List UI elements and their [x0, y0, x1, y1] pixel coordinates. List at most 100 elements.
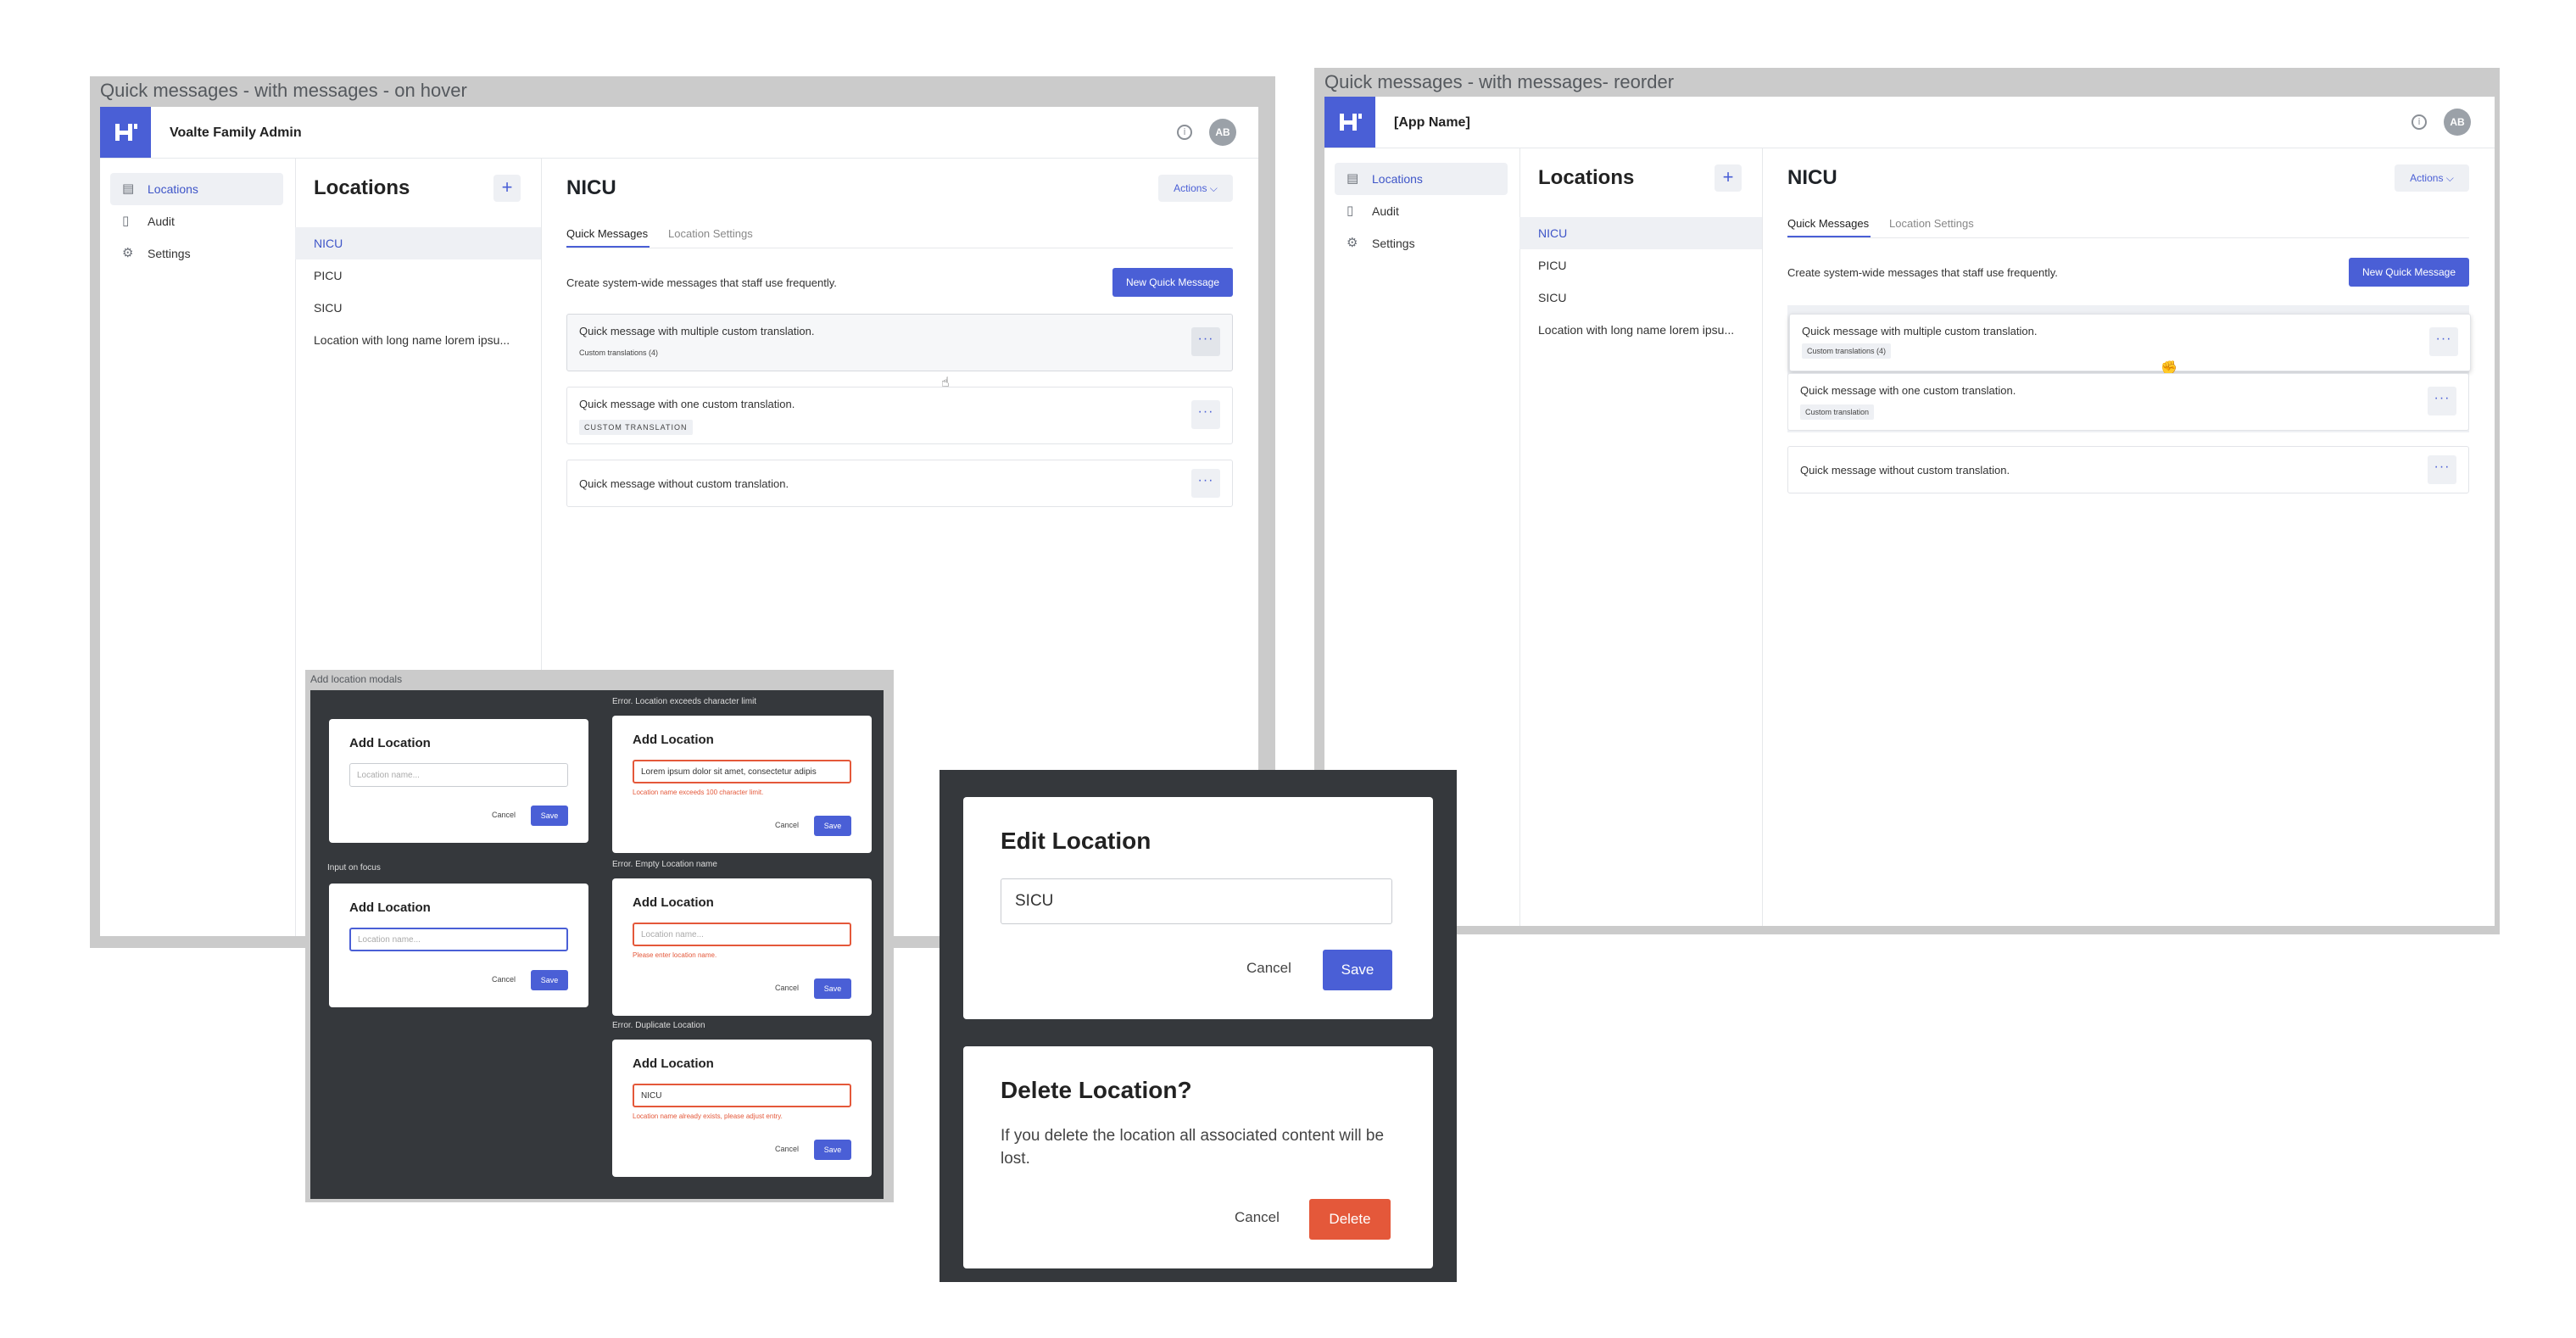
more-options-button[interactable]: ··· — [2428, 387, 2456, 415]
sidebar-item-settings[interactable]: ⚙ Settings — [1335, 227, 1508, 259]
modal-title: Delete Location? — [1001, 1077, 1192, 1103]
location-name-input[interactable]: SICU — [1001, 878, 1392, 924]
location-name-input[interactable]: Location name... — [349, 763, 568, 787]
save-button[interactable]: Save — [531, 806, 568, 826]
modal-caption: Input on focus — [327, 863, 381, 872]
tab-quick-messages[interactable]: Quick Messages — [1787, 217, 1869, 230]
sidebar: ▤ Locations ▯ Audit ⚙ Settings — [100, 158, 296, 936]
app-name: [App Name] — [1394, 115, 1470, 130]
location-item[interactable]: Location with long name lorem ipsu... — [1519, 314, 1762, 346]
add-location-modal: Add Location Location name... Cancel Sav… — [329, 719, 588, 843]
logo-icon[interactable] — [1324, 97, 1375, 148]
error-message: Location name already exists, please adj… — [633, 1112, 783, 1120]
avatar[interactable]: AB — [1209, 119, 1236, 146]
sidebar-item-locations[interactable]: ▤ Locations — [1335, 163, 1508, 195]
cancel-button[interactable]: Cancel — [775, 984, 799, 992]
sidebar-item-locations[interactable]: ▤ Locations — [110, 173, 283, 205]
locations-heading: Locations — [1538, 166, 1635, 189]
save-button[interactable]: Save — [814, 978, 851, 999]
add-location-button[interactable]: + — [1715, 164, 1742, 192]
sidebar-item-audit[interactable]: ▯ Audit — [1335, 195, 1508, 227]
modal-title: Add Location — [633, 733, 714, 747]
add-location-modals-frame: Add location modals Add Location Locatio… — [305, 670, 894, 1202]
translation-badge: Custom translation — [1800, 404, 1875, 420]
location-name-input[interactable]: Location name... — [633, 923, 851, 946]
info-icon[interactable]: i — [2412, 114, 2427, 130]
error-message: Location name exceeds 100 character limi… — [633, 789, 764, 796]
more-options-button[interactable]: ··· — [1191, 469, 1220, 498]
add-location-modal-focus: Add Location Location name... Cancel Sav… — [329, 884, 588, 1007]
location-name-input[interactable]: Lorem ipsum dolor sit amet, consectetur … — [633, 760, 851, 783]
message-card[interactable]: Quick message with multiple custom trans… — [1789, 314, 2471, 371]
save-button[interactable]: Save — [1323, 950, 1392, 990]
translation-badge: Custom translations (4) — [1802, 343, 1892, 359]
cancel-button[interactable]: Cancel — [775, 1145, 799, 1153]
location-item[interactable]: SICU — [295, 292, 541, 324]
tab-divider — [1787, 237, 2469, 238]
gear-icon: ⚙ — [122, 245, 134, 260]
cancel-button[interactable]: Cancel — [492, 811, 516, 819]
location-item[interactable]: NICU — [1519, 217, 1762, 249]
save-button[interactable]: Save — [814, 1140, 851, 1160]
sidebar-item-settings[interactable]: ⚙ Settings — [110, 237, 283, 270]
add-location-modal-char-limit: Add Location Lorem ipsum dolor sit amet,… — [612, 716, 872, 853]
info-icon[interactable]: i — [1177, 125, 1192, 140]
location-name-input[interactable]: Location name... — [349, 928, 568, 951]
modals-backdrop: Add Location Location name... Cancel Sav… — [310, 690, 884, 1199]
file-icon: ▯ — [1347, 203, 1354, 218]
actions-button[interactable]: Actions ⌵ — [1158, 175, 1233, 202]
tab-location-settings[interactable]: Location Settings — [1889, 217, 1974, 230]
message-card[interactable]: Quick message without custom translation… — [566, 460, 1233, 507]
add-location-modal-duplicate: Add Location NICU Location name already … — [612, 1040, 872, 1177]
location-item[interactable]: SICU — [1519, 282, 1762, 314]
location-item[interactable]: NICU — [295, 227, 541, 259]
delete-button[interactable]: Delete — [1309, 1199, 1391, 1240]
edit-delete-backdrop: Edit Location SICU Cancel Save Delete Lo… — [940, 770, 1457, 1282]
message-card[interactable]: Quick message without custom translation… — [1787, 446, 2469, 493]
app-name: Voalte Family Admin — [170, 125, 302, 140]
location-item[interactable]: PICU — [1519, 249, 1762, 282]
cancel-button[interactable]: Cancel — [775, 821, 799, 829]
cancel-button[interactable]: Cancel — [1235, 1209, 1280, 1226]
new-quick-message-button[interactable]: New Quick Message — [1112, 268, 1233, 297]
more-options-button[interactable]: ··· — [2429, 327, 2458, 356]
tab-quick-messages[interactable]: Quick Messages — [566, 227, 648, 240]
cancel-button[interactable]: Cancel — [1246, 960, 1291, 977]
sidebar-item-audit[interactable]: ▯ Audit — [110, 205, 283, 237]
new-quick-message-button[interactable]: New Quick Message — [2349, 258, 2469, 287]
cancel-button[interactable]: Cancel — [492, 975, 516, 984]
admin-app-reorder: [App Name] i AB ▤ Locations ▯ Audit ⚙ Setti… — [1324, 97, 2495, 926]
frame-title: Quick messages - with messages- reorder — [1324, 71, 1675, 92]
logo-icon[interactable] — [100, 107, 151, 158]
main-panel: NICU Actions ⌵ Quick Messages Location S… — [1762, 148, 2495, 926]
actions-button[interactable]: Actions ⌵ — [2395, 164, 2469, 192]
document-icon: ▤ — [1347, 170, 1359, 186]
reorder-frame: Quick messages - with messages- reorder … — [1314, 68, 2500, 934]
page-title: NICU — [1787, 166, 1837, 189]
save-button[interactable]: Save — [531, 970, 568, 990]
more-options-button[interactable]: ··· — [2428, 455, 2456, 484]
message-card[interactable]: Quick message with one custom translatio… — [1787, 373, 2469, 431]
modal-title: Add Location — [633, 895, 714, 910]
add-location-button[interactable]: + — [493, 175, 521, 202]
modal-title: Add Location — [349, 900, 431, 915]
location-item[interactable]: PICU — [295, 259, 541, 292]
file-icon: ▯ — [122, 213, 130, 228]
avatar[interactable]: AB — [2444, 109, 2471, 136]
description: Create system-wide messages that staff u… — [566, 276, 837, 289]
frame-title: Add location modals — [310, 673, 403, 685]
translation-badge: CUSTOM TRANSLATION — [579, 420, 693, 435]
delete-warning-text: If you delete the location all associate… — [1001, 1127, 1385, 1168]
gear-icon: ⚙ — [1347, 235, 1358, 250]
location-name-input[interactable]: NICU — [633, 1084, 851, 1107]
location-item[interactable]: Location with long name lorem ipsu... — [295, 324, 541, 356]
message-card[interactable]: Quick message with one custom translatio… — [566, 387, 1233, 444]
save-button[interactable]: Save — [814, 816, 851, 836]
message-card[interactable]: Quick message with multiple custom trans… — [566, 314, 1233, 371]
modal-title: Edit Location — [1001, 828, 1151, 854]
more-options-button[interactable]: ··· — [1191, 327, 1220, 356]
more-options-button[interactable]: ··· — [1191, 400, 1220, 429]
tab-location-settings[interactable]: Location Settings — [668, 227, 753, 240]
modal-caption: Error. Location exceeds character limit — [612, 697, 757, 706]
top-bar: [App Name] i AB — [1324, 97, 2495, 148]
